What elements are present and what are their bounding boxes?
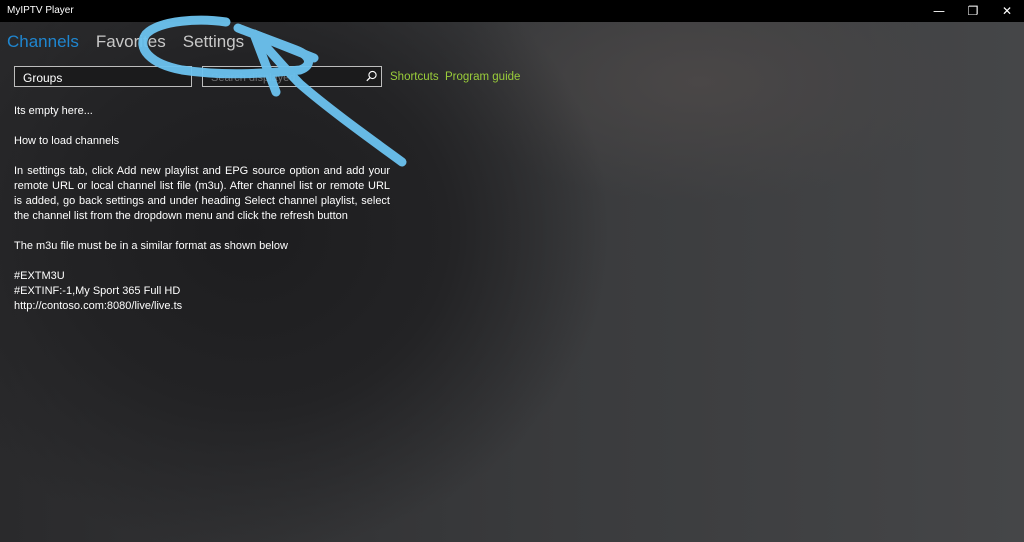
search-input[interactable]: [209, 69, 363, 86]
empty-message: Its empty here...: [14, 105, 93, 117]
app-title: MyIPTV Player: [7, 5, 74, 16]
close-icon: ✕: [1001, 4, 1013, 18]
example-line: #EXTM3U: [14, 270, 65, 282]
title-bar: MyIPTV Player — ❐ ✕: [0, 0, 1024, 22]
shortcuts-link[interactable]: Shortcuts: [390, 71, 439, 83]
format-note: The m3u file must be in a similar format…: [14, 240, 288, 252]
tab-settings[interactable]: Settings: [183, 31, 244, 55]
minimize-button[interactable]: —: [922, 0, 956, 22]
program-guide-link[interactable]: Program guide: [445, 71, 520, 83]
empty-state-help: Its empty here... How to load channels I…: [14, 104, 390, 314]
groups-dropdown[interactable]: Groups: [14, 66, 192, 87]
instructions-paragraph: In settings tab, click Add new playlist …: [14, 165, 390, 222]
tab-favorites[interactable]: Favorites: [96, 31, 166, 55]
example-line: #EXTINF:-1,My Sport 365 Full HD: [14, 285, 181, 297]
search-box: [202, 66, 382, 87]
howto-heading: How to load channels: [14, 135, 120, 147]
search-icon[interactable]: [364, 69, 379, 84]
close-button[interactable]: ✕: [990, 0, 1024, 22]
main-nav: Channels Favorites Settings: [7, 31, 244, 55]
restore-button[interactable]: ❐: [956, 0, 990, 22]
example-line: http://contoso.com:8080/live/live.ts: [14, 300, 183, 312]
tab-channels[interactable]: Channels: [7, 31, 79, 55]
restore-icon: ❐: [967, 4, 979, 18]
minimize-icon: —: [933, 4, 945, 18]
